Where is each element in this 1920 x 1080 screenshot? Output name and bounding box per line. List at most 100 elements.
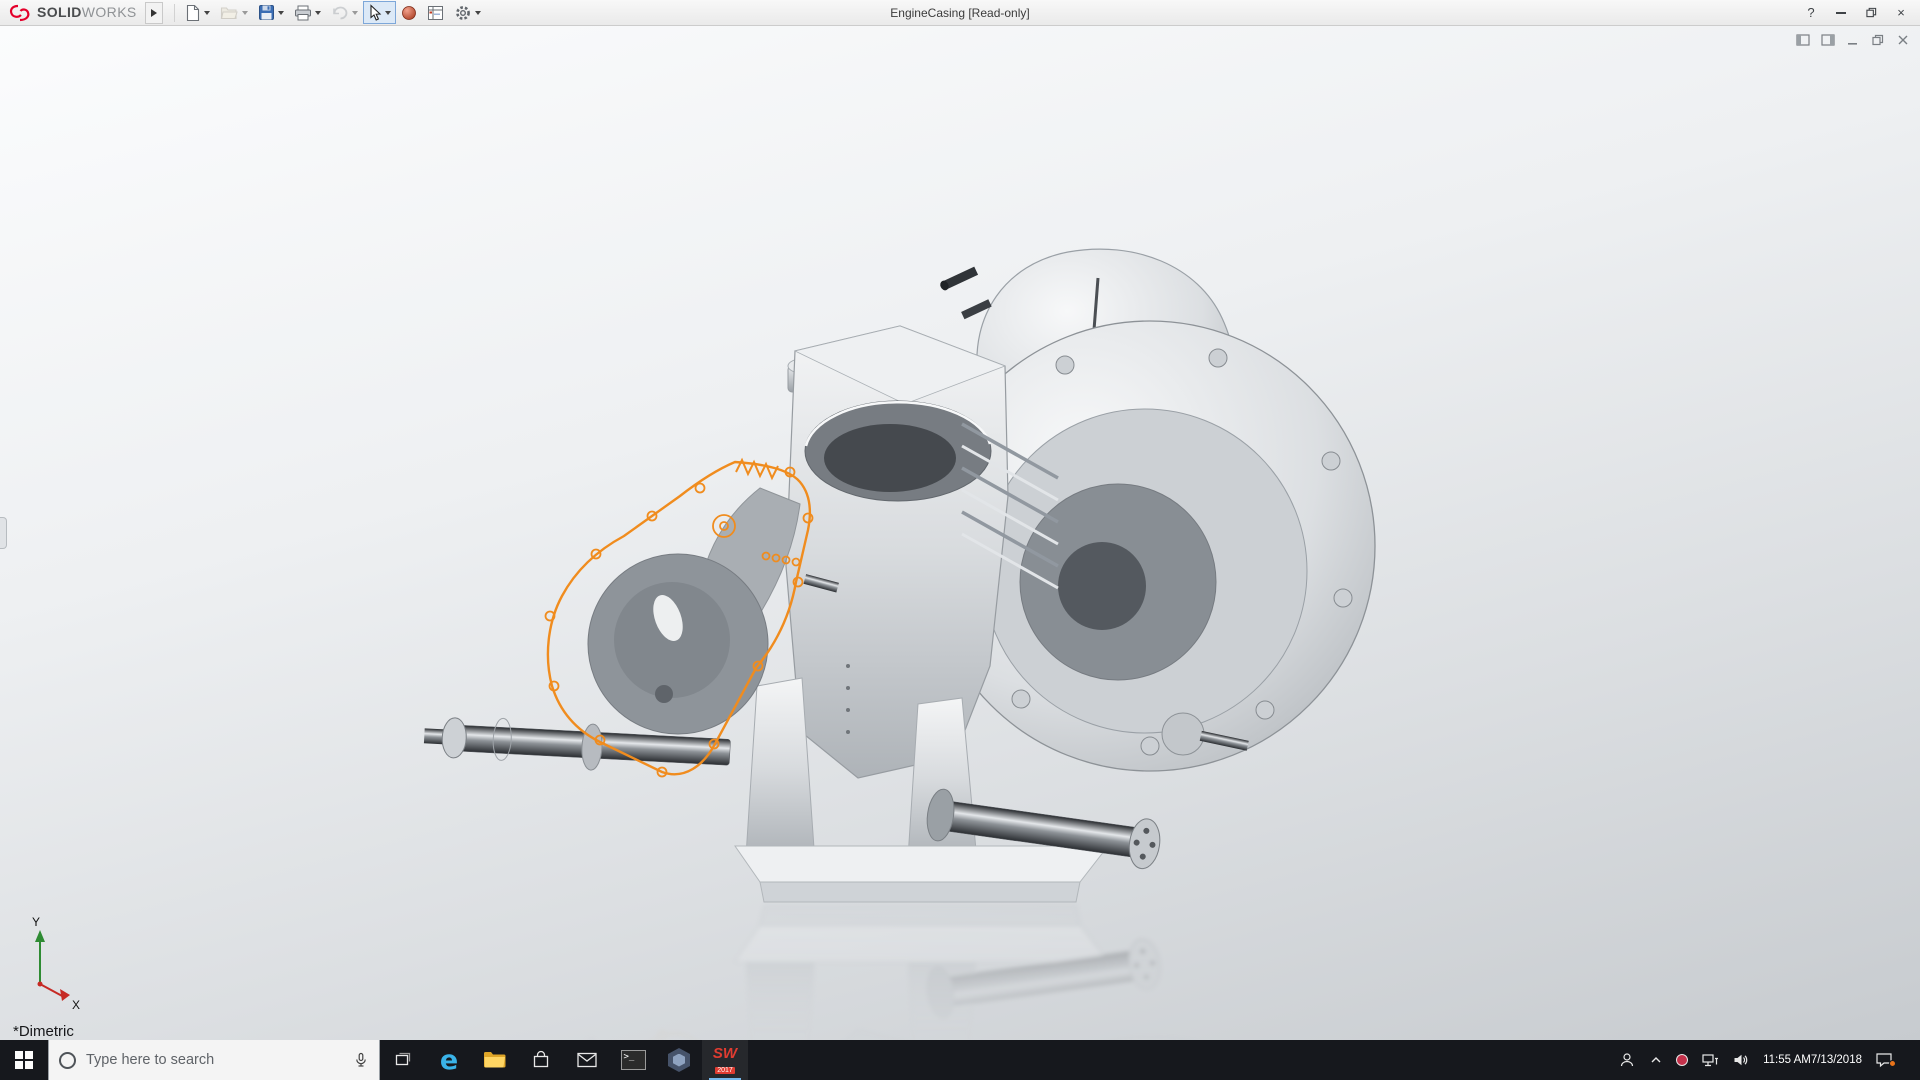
taskbar-store-button[interactable] <box>518 1040 564 1080</box>
options-button[interactable] <box>449 1 486 24</box>
doc-minimize-icon <box>1847 34 1859 46</box>
model-reflection <box>423 906 1375 1040</box>
clock-date: 7/13/2018 <box>1811 1053 1862 1068</box>
taskbar-search[interactable] <box>48 1040 380 1080</box>
doc-window-minimize-button[interactable] <box>1844 32 1862 48</box>
undo-icon <box>331 5 349 20</box>
triad-x-label: X <box>72 998 80 1012</box>
security-status-icon <box>1676 1054 1688 1066</box>
volume-button[interactable] <box>1732 1052 1750 1068</box>
help-button[interactable]: ? <box>1796 2 1826 24</box>
solidworks-window: SOLIDWORKS <box>0 0 1920 1080</box>
triad-y-label: Y <box>32 915 40 929</box>
select-cursor-icon <box>368 4 382 22</box>
graphics-area[interactable]: Y X <box>0 26 1920 1040</box>
dropdown-arrow-icon <box>242 11 248 15</box>
command-prompt-icon: >_ <box>621 1050 646 1070</box>
taskbar-file-explorer-button[interactable] <box>472 1040 518 1080</box>
mount-boss <box>1162 713 1204 755</box>
mail-icon <box>577 1052 597 1068</box>
toolbar-separator <box>174 4 175 22</box>
taskbar-edge-button[interactable]: e <box>426 1040 472 1080</box>
minimize-button[interactable] <box>1826 2 1856 24</box>
base-plate-front <box>760 882 1080 902</box>
engine-casing-model[interactable] <box>423 249 1375 902</box>
doc-window-dock-left-button[interactable] <box>1794 32 1812 48</box>
network-button[interactable] <box>1701 1053 1719 1068</box>
save-button[interactable] <box>253 1 289 24</box>
restore-button[interactable] <box>1856 2 1886 24</box>
taskbar-solidworks-button[interactable]: SW 2017 <box>702 1040 748 1080</box>
flyout-arrow-icon <box>151 9 157 17</box>
new-document-button[interactable] <box>180 1 215 24</box>
doc-window-restore-button[interactable] <box>1869 32 1887 48</box>
edge-icon: e <box>440 1047 458 1074</box>
solidworks-logo: SOLIDWORKS <box>4 3 145 23</box>
feature-tree-collapse-handle[interactable] <box>0 517 7 549</box>
taskbar-cad-viewer-button[interactable] <box>656 1040 702 1080</box>
search-input[interactable] <box>86 1052 343 1068</box>
brand-text-solid: SOLID <box>37 4 82 20</box>
doc-window-close-button[interactable] <box>1894 32 1912 48</box>
system-tray: 11:55 AM 7/13/2018 <box>1612 1040 1920 1080</box>
brand-text: SOLIDWORKS <box>37 4 137 22</box>
microphone-icon[interactable] <box>353 1052 369 1068</box>
people-icon <box>1618 1051 1636 1069</box>
disc-hole <box>655 685 673 703</box>
document-window-controls <box>1794 32 1912 48</box>
gear-icon <box>454 4 472 22</box>
taskbar-mail-button[interactable] <box>564 1040 610 1080</box>
task-view-icon <box>393 1050 413 1070</box>
dropdown-arrow-icon <box>352 11 358 15</box>
undo-button[interactable] <box>326 1 363 24</box>
close-button[interactable]: × <box>1886 2 1916 24</box>
taskbar-command-prompt-button[interactable]: >_ <box>610 1040 656 1080</box>
toolbar-flyout-expand-button[interactable] <box>145 2 163 24</box>
spring-coil-sketch <box>736 460 778 478</box>
file-explorer-icon <box>483 1050 507 1070</box>
document-title: EngineCasing [Read-only] <box>890 6 1029 20</box>
new-document-icon <box>185 4 201 22</box>
chevron-up-icon <box>1649 1053 1663 1067</box>
speaker-icon <box>1732 1052 1750 1068</box>
mount-foot-left <box>746 678 814 856</box>
hidden-icons-button[interactable] <box>1649 1053 1663 1067</box>
dropdown-arrow-icon <box>315 11 321 15</box>
base-plate-top <box>735 846 1108 882</box>
people-button[interactable] <box>1618 1051 1636 1069</box>
top-bolt <box>939 266 979 292</box>
print-button[interactable] <box>289 1 326 24</box>
select-tool-button[interactable] <box>363 1 396 24</box>
start-button[interactable] <box>0 1040 48 1080</box>
dropdown-arrow-icon <box>204 11 210 15</box>
dock-right-icon <box>1821 34 1835 46</box>
task-view-button[interactable] <box>380 1040 426 1080</box>
action-center-button[interactable] <box>1875 1052 1893 1068</box>
security-status-button[interactable] <box>1676 1054 1688 1066</box>
3d-model-canvas[interactable]: Y X <box>0 26 1920 1040</box>
dropdown-arrow-icon <box>475 11 481 15</box>
reference-triad: Y X <box>32 915 80 1012</box>
open-button[interactable] <box>215 1 253 24</box>
view-orientation-label: *Dimetric <box>13 1023 74 1040</box>
hexagon-app-icon <box>668 1048 690 1072</box>
dock-left-icon <box>1796 34 1810 46</box>
housing-bore <box>1058 542 1146 630</box>
appearances-button[interactable] <box>396 1 422 24</box>
minimize-icon <box>1836 12 1846 14</box>
cylinder-bore-inner <box>824 424 956 492</box>
doc-close-icon <box>1897 34 1909 46</box>
dropdown-arrow-icon <box>385 11 391 15</box>
windows-taskbar: e >_ SW <box>0 1040 1920 1080</box>
design-table-icon <box>427 5 444 21</box>
windows-logo-icon <box>15 1051 33 1069</box>
restore-icon <box>1866 7 1877 18</box>
appearance-sphere-icon <box>401 5 417 21</box>
window-controls: ? × <box>1796 2 1916 24</box>
save-icon <box>258 4 275 21</box>
clock[interactable]: 11:55 AM 7/13/2018 <box>1763 1053 1862 1068</box>
design-table-button[interactable] <box>422 1 449 24</box>
doc-window-dock-right-button[interactable] <box>1819 32 1837 48</box>
titlebar: SOLIDWORKS <box>0 0 1920 26</box>
clock-time: 11:55 AM <box>1763 1053 1811 1068</box>
